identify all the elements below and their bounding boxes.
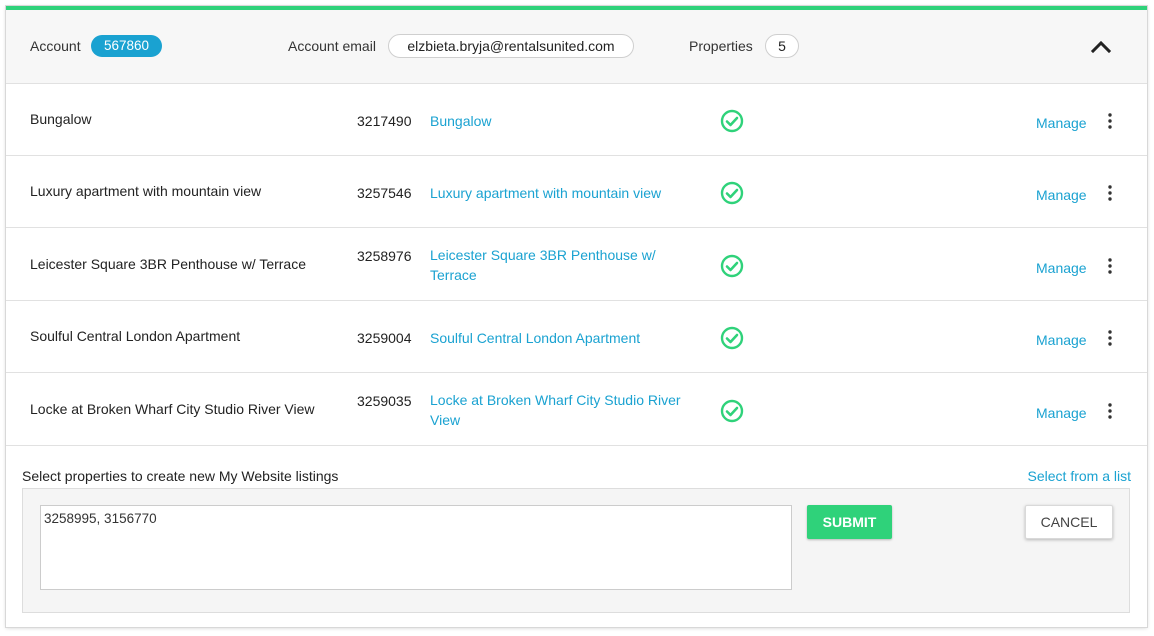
property-name: Luxury apartment with mountain view [30, 183, 262, 199]
property-row: Locke at Broken Wharf City Studio River … [6, 373, 1147, 446]
select-from-list-link[interactable]: Select from a list [1028, 468, 1131, 484]
property-row: Luxury apartment with mountain view 3257… [6, 156, 1147, 228]
property-ids-input[interactable]: 3258995, 3156770 [40, 505, 792, 590]
property-link[interactable]: Locke at Broken Wharf City Studio River … [430, 390, 700, 430]
more-vertical-icon[interactable] [1106, 112, 1114, 130]
manage-link[interactable]: Manage [1036, 405, 1087, 421]
account-id-badge: 567860 [91, 35, 163, 57]
new-listings-section: Select properties to create new My Websi… [6, 446, 1147, 626]
check-circle-icon [720, 109, 744, 133]
property-id: 3258976 [357, 248, 412, 264]
property-id: 3257546 [357, 185, 412, 201]
manage-link[interactable]: Manage [1036, 260, 1087, 276]
account-label: Account [30, 38, 81, 54]
check-circle-icon [720, 254, 744, 278]
account-card: Account 567860 Account email elzbieta.br… [6, 6, 1147, 627]
check-circle-icon [720, 326, 744, 350]
more-vertical-icon[interactable] [1106, 329, 1114, 347]
manage-link[interactable]: Manage [1036, 332, 1087, 348]
check-circle-icon [720, 399, 744, 423]
properties-count-badge: 5 [765, 34, 799, 58]
property-link[interactable]: Leicester Square 3BR Penthouse w/ Terrac… [430, 245, 700, 285]
account-header: Account 567860 Account email elzbieta.br… [6, 10, 1147, 84]
property-name: Soulful Central London Apartment [30, 328, 241, 344]
property-link[interactable]: Soulful Central London Apartment [430, 328, 700, 348]
manage-link[interactable]: Manage [1036, 187, 1087, 203]
property-link[interactable]: Luxury apartment with mountain view [430, 183, 700, 203]
property-row: Leicester Square 3BR Penthouse w/ Terrac… [6, 228, 1147, 301]
check-circle-icon [720, 181, 744, 205]
property-name: Leicester Square 3BR Penthouse w/ Terrac… [30, 256, 307, 272]
chevron-up-icon[interactable] [1090, 39, 1112, 53]
submit-button[interactable]: SUBMIT [807, 505, 892, 539]
property-id: 3259004 [357, 330, 412, 346]
more-vertical-icon[interactable] [1106, 257, 1114, 275]
more-vertical-icon[interactable] [1106, 402, 1114, 420]
property-row: Soulful Central London Apartment 3259004… [6, 301, 1147, 373]
property-id: 3217490 [357, 113, 412, 129]
property-name: Bungalow [30, 111, 92, 127]
manage-link[interactable]: Manage [1036, 115, 1087, 131]
properties-label: Properties [689, 38, 753, 54]
more-vertical-icon[interactable] [1106, 184, 1114, 202]
property-row: Bungalow 3217490 Bungalow Manage [6, 84, 1147, 156]
property-name: Locke at Broken Wharf City Studio River … [30, 401, 315, 417]
new-listings-form: 3258995, 3156770 SUBMIT CANCEL [22, 488, 1130, 613]
account-email-badge: elzbieta.bryja@rentalsunited.com [388, 34, 634, 58]
property-link[interactable]: Bungalow [430, 111, 700, 131]
new-listings-title: Select properties to create new My Websi… [22, 468, 339, 484]
account-email-label: Account email [288, 38, 376, 54]
cancel-button[interactable]: CANCEL [1025, 505, 1113, 539]
property-id: 3259035 [357, 393, 412, 409]
